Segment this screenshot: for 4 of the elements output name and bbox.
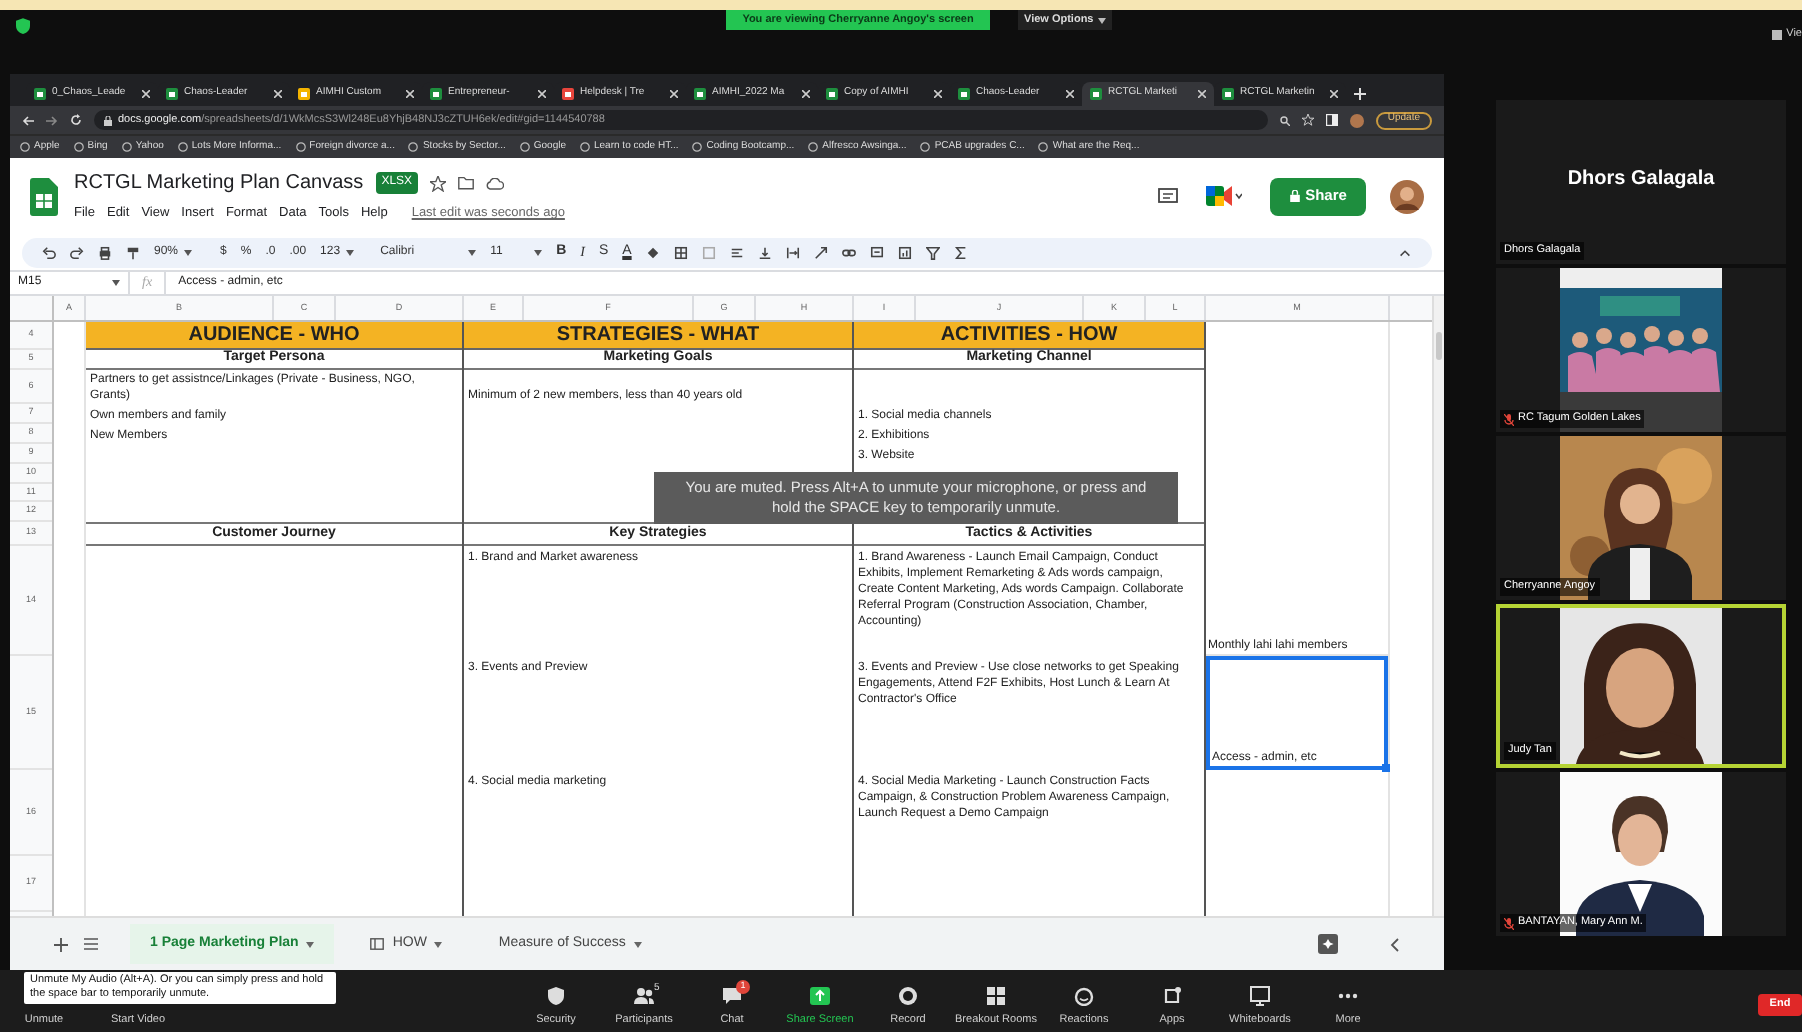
participant-name: Dhors Galagala [1565,166,1717,194]
section-header: AUDIENCE - WHO [86,322,462,350]
section-header: ACTIVITIES - HOW [854,322,1204,350]
section-header: STRATEGIES - WHAT [464,322,852,350]
